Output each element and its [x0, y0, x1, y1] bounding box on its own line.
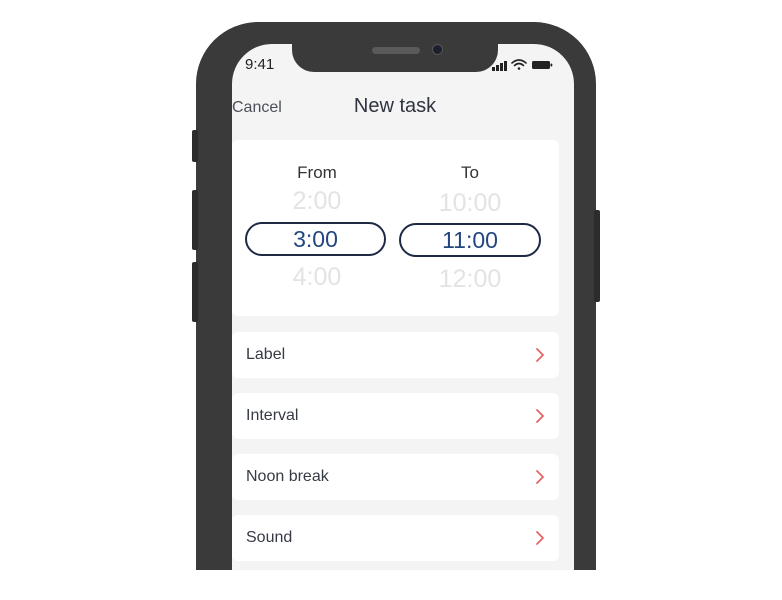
to-header: To [461, 163, 479, 182]
settings-row-noon-break[interactable]: Noon break [232, 454, 559, 500]
front-camera [432, 44, 443, 55]
status-icons [492, 59, 553, 71]
row-label: Sound [246, 529, 293, 546]
chevron-right-icon [536, 531, 544, 545]
page-title: New task [353, 95, 437, 117]
chevron-right-icon [536, 409, 544, 423]
time-range-picker: From To 2:00 10:00 3:00 11:00 4:00 12:00 [232, 140, 559, 316]
settings-row-label[interactable]: Label [232, 332, 559, 378]
cancel-button[interactable]: Cancel [232, 99, 282, 117]
row-label: Noon break [246, 468, 329, 485]
chevron-right-icon [536, 348, 544, 362]
side-button-volume-down [192, 262, 198, 322]
settings-row-interval[interactable]: Interval [232, 393, 559, 439]
to-next-option[interactable]: 12:00 [400, 265, 540, 294]
wifi-icon [511, 59, 527, 70]
to-prev-option[interactable]: 10:00 [400, 189, 540, 218]
from-selected-time[interactable]: 3:00 [245, 222, 386, 256]
notch [292, 40, 498, 72]
to-selected-time[interactable]: 11:00 [399, 223, 541, 257]
from-header: From [297, 163, 337, 182]
chevron-right-icon [536, 470, 544, 484]
from-prev-option[interactable]: 2:00 [247, 187, 387, 216]
side-button-mute [192, 130, 198, 162]
battery-icon [532, 61, 553, 69]
status-time: 9:41 [245, 56, 275, 73]
speaker [372, 47, 420, 54]
side-button-volume-up [192, 190, 198, 250]
side-button-power [594, 210, 600, 302]
from-next-option[interactable]: 4:00 [247, 263, 387, 292]
page-bottom-fade [0, 570, 782, 600]
row-label: Label [246, 346, 286, 363]
settings-row-sound[interactable]: Sound [232, 515, 559, 561]
row-label: Interval [246, 407, 299, 424]
signal-icon [492, 61, 507, 71]
